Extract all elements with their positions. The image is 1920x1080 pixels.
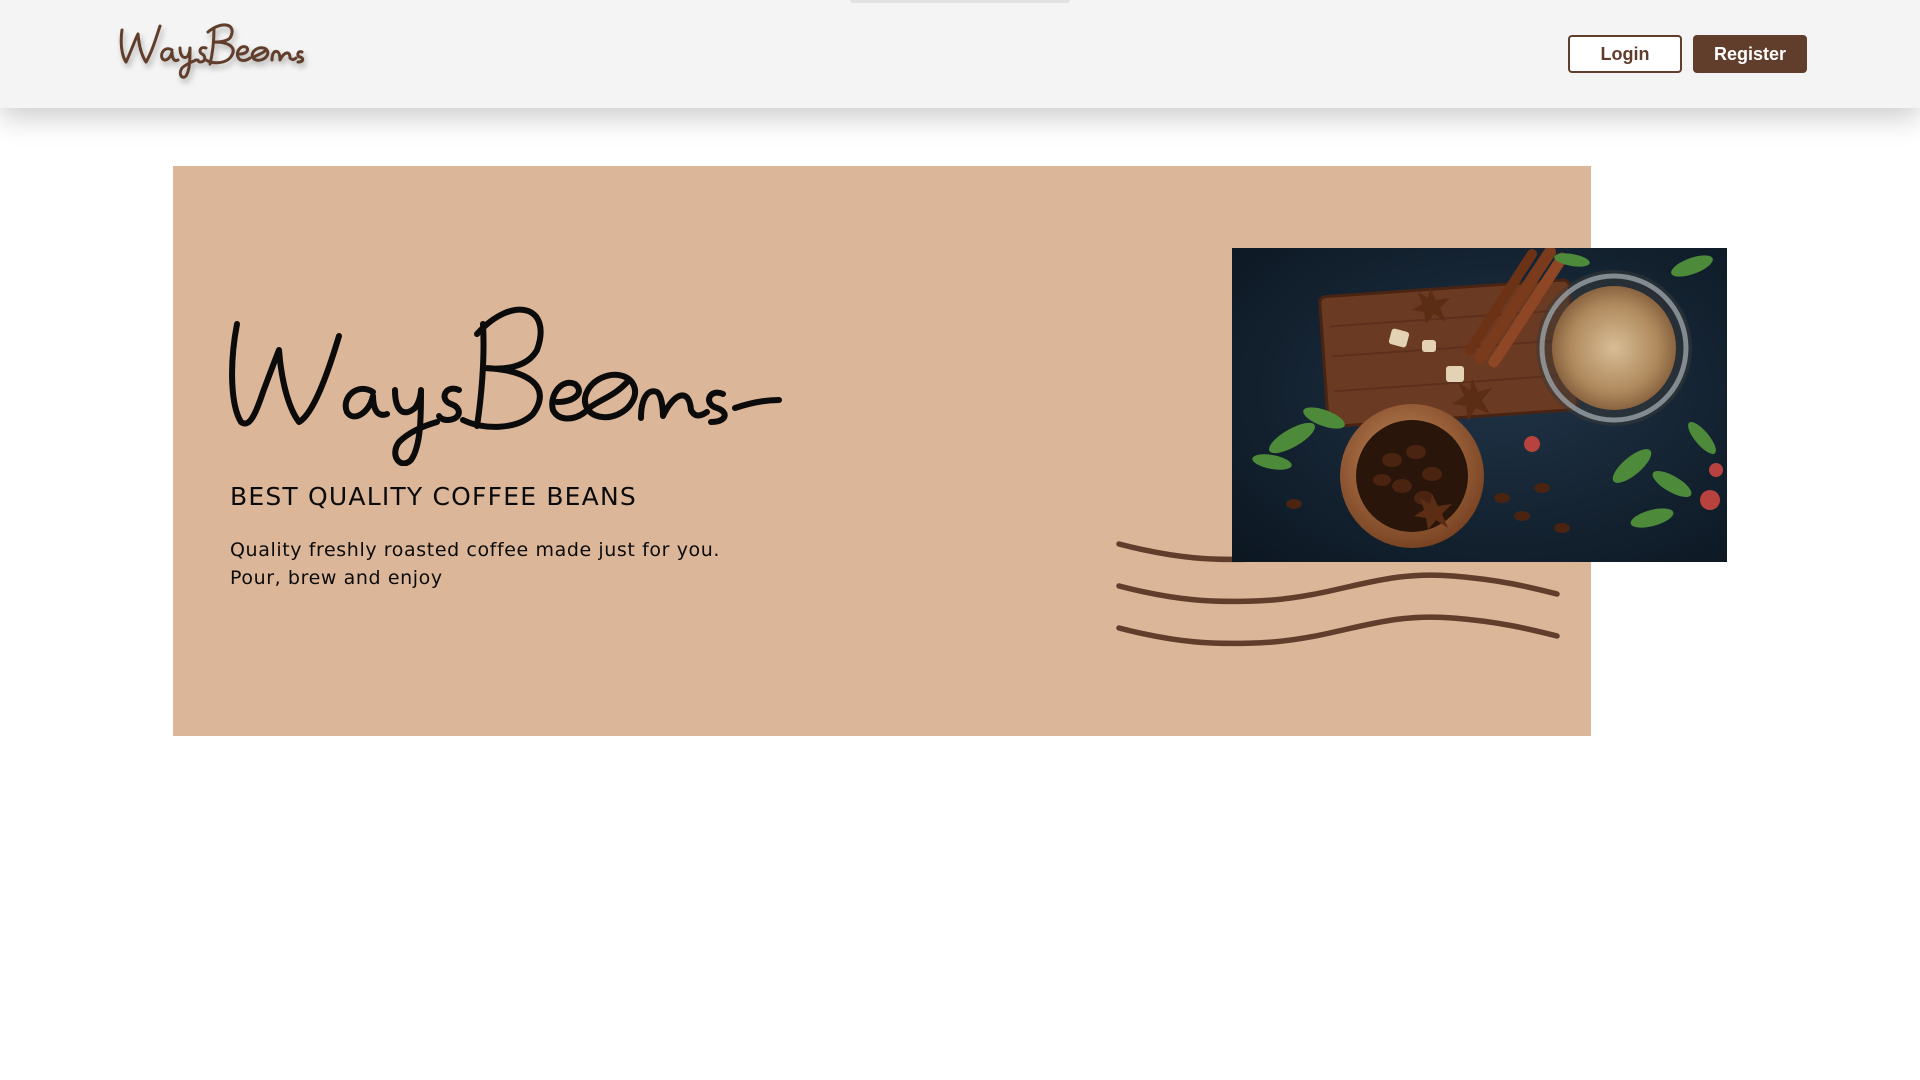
coffee-photo-image xyxy=(1232,248,1727,562)
auth-actions: Login Register xyxy=(1568,35,1807,73)
hero-logo xyxy=(223,296,783,467)
hero-description-line: Quality freshly roasted coffee made just… xyxy=(230,539,721,561)
hero-heading: BEST QUALITY COFFEE BEANS xyxy=(230,482,637,511)
nav-logo[interactable] xyxy=(114,14,314,80)
hero-description: Quality freshly roasted coffee made just… xyxy=(230,536,720,592)
waysbeans-wordmark-icon xyxy=(229,306,782,467)
scroll-indicator xyxy=(850,0,1070,3)
hero-description-line: Pour, brew and enjoy xyxy=(230,567,443,589)
waysbeans-logo-icon xyxy=(119,23,305,79)
register-button[interactable]: Register xyxy=(1693,35,1807,73)
login-button[interactable]: Login xyxy=(1568,35,1682,73)
navbar: Login Register xyxy=(0,0,1920,108)
